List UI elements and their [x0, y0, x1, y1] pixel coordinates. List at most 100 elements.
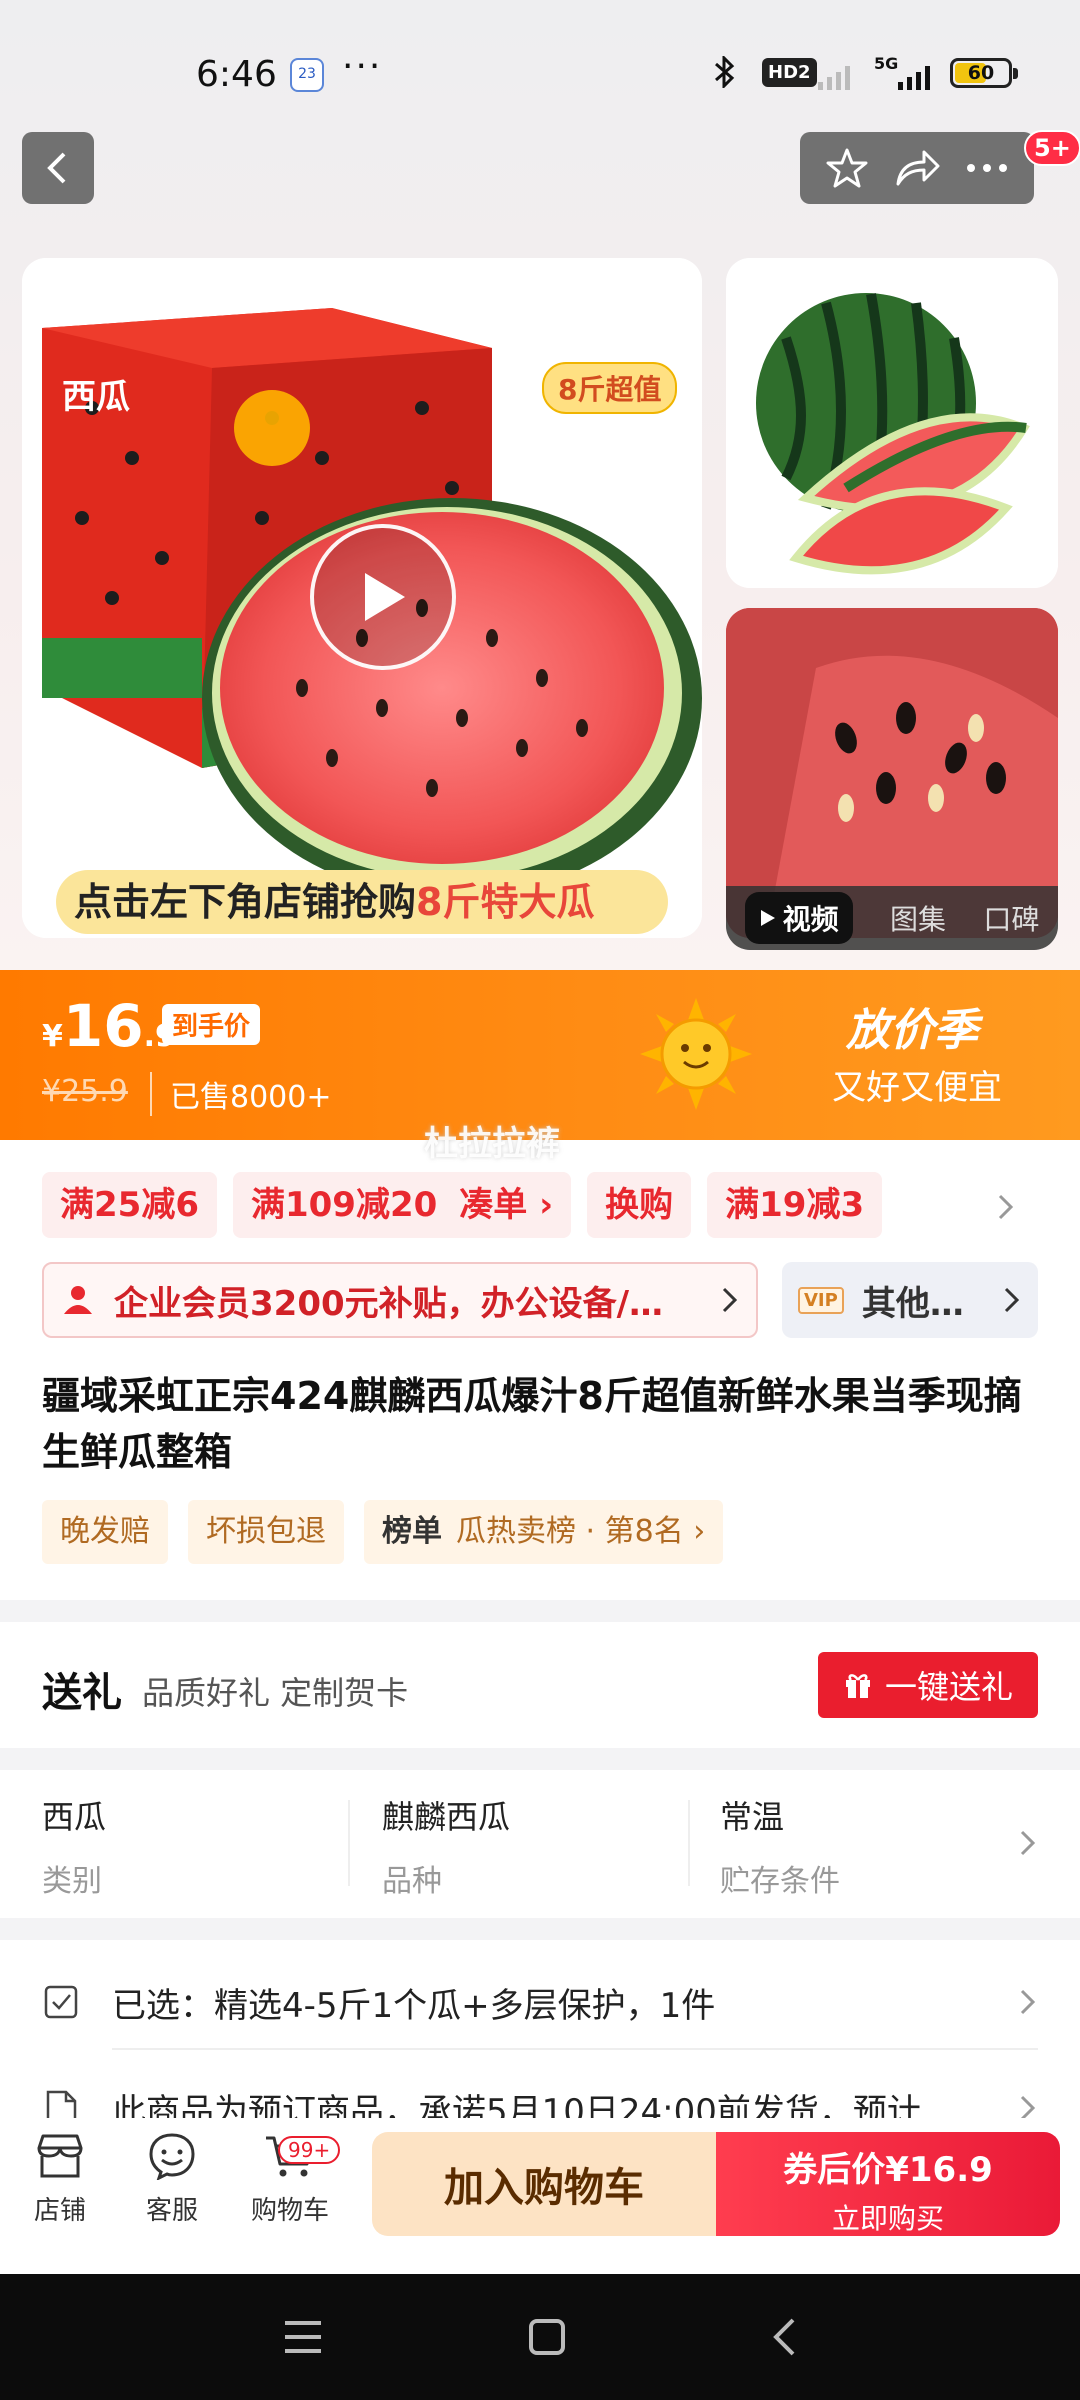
ranking-value: 瓜热卖榜 · 第8名 ›: [456, 1514, 706, 1549]
back-nav-icon[interactable]: [771, 2317, 797, 2357]
attribute-value: 西瓜: [42, 1798, 107, 1836]
message-badge: 5+: [1024, 130, 1080, 166]
customer-service-button[interactable]: 客服: [122, 2132, 222, 2227]
banner-text: 点击左下角店铺抢购: [74, 880, 417, 924]
selected-spec-row[interactable]: 已选：精选4-5斤1个瓜+多层保护，1件: [42, 1956, 1038, 2048]
more-menu-button[interactable]: [959, 140, 1015, 196]
attribute-key: 类别: [42, 1864, 102, 1899]
header-actions: [800, 132, 1034, 204]
other-benefits-label: 其他…: [861, 1283, 964, 1324]
promo-coupon-2-action: 凑单 ›: [459, 1185, 554, 1225]
gift-title: 送礼: [42, 1670, 122, 1716]
gift-subtitle: 品质好礼 定制贺卡: [142, 1674, 409, 1712]
banner-highlight: 8斤特大瓜: [416, 880, 595, 924]
ranking-label: 榜单: [382, 1514, 442, 1549]
promo-coupon-1[interactable]: 满25减6: [42, 1172, 217, 1238]
chevron-right-icon: [1020, 1830, 1036, 1856]
enterprise-member-banner[interactable]: 企业会员3200元补贴，办公设备/…: [42, 1262, 758, 1338]
send-gift-button[interactable]: 一键送礼: [818, 1652, 1038, 1718]
attribute-storage: 常温 贮存条件: [720, 1792, 840, 1900]
campaign-title: 放价季: [846, 1005, 978, 1056]
vip-icon: VIP: [798, 1286, 844, 1314]
other-benefits-button[interactable]: VIP 其他…: [782, 1262, 1038, 1338]
hd-badge: HD2: [762, 58, 817, 87]
divider: [688, 1800, 690, 1886]
member-text: 企业会员3200元补贴，办公设备/…: [114, 1283, 664, 1324]
chevron-right-icon: [1020, 1989, 1036, 2015]
system-navigation-bar: [0, 2274, 1080, 2400]
attribute-value: 常温: [720, 1798, 785, 1836]
watermark-text: 杜拉拉裤: [424, 1124, 560, 1164]
status-time: 6:46: [196, 54, 277, 95]
main-product-image[interactable]: 西瓜 8斤超值 点击左下角店铺抢购8斤特大瓜: [22, 258, 702, 938]
favorite-button[interactable]: [819, 140, 875, 196]
chevron-right-icon: [722, 1287, 738, 1313]
promo-coupon-3[interactable]: 满19减3: [707, 1172, 883, 1238]
play-video-button[interactable]: [310, 524, 456, 670]
campaign-subtitle: 又好又便宜: [832, 1068, 1002, 1108]
cart-count-badge: 99+: [278, 2136, 341, 2164]
gift-section: 送礼 品质好礼 定制贺卡 一键送礼: [0, 1622, 1080, 1748]
tag-late-delivery-compensation[interactable]: 晚发赔: [42, 1500, 168, 1564]
menu-icon[interactable]: [283, 2319, 323, 2355]
image-banner-strip: 点击左下角店铺抢购8斤特大瓜: [56, 870, 668, 934]
buy-now-price: 券后价¥16.9: [783, 2150, 993, 2190]
divider: [112, 2048, 1038, 2050]
promotion-row: 满25减6 满109减20 凑单 › 换购 满19减3: [42, 1172, 883, 1238]
status-bar: 6:46 23 ··· HD2 5G 60: [0, 40, 1080, 110]
back-button[interactable]: [22, 132, 94, 204]
promo-coupon-2-label: 满109减20: [250, 1185, 438, 1225]
price-currency: ¥: [42, 1019, 63, 1054]
tab-reviews[interactable]: 口碑: [983, 898, 1039, 938]
send-gift-label: 一键送礼: [884, 1668, 1013, 1706]
watermelon-thumbnail: [726, 258, 1058, 588]
battery-icon: 60: [950, 58, 1018, 88]
buy-now-button[interactable]: 券后价¥16.9 立即购买: [716, 2132, 1060, 2236]
weight-tag: 8斤超值: [542, 362, 678, 414]
chat-smile-icon: [149, 2133, 195, 2180]
attribute-key: 品种: [382, 1864, 442, 1899]
promo-coupon-2[interactable]: 满109减20 凑单 ›: [232, 1172, 572, 1238]
bluetooth-icon: [714, 54, 736, 96]
sold-count: 已售8000+: [150, 1072, 331, 1116]
calendar-icon: 23: [290, 58, 324, 92]
thumbnail-watermelon-whole[interactable]: [726, 258, 1058, 588]
sun-mascot-icon: [640, 998, 752, 1110]
chevron-right-icon: [1004, 1287, 1020, 1313]
share-icon: [896, 150, 940, 186]
add-to-cart-button[interactable]: 加入购物车: [372, 2132, 716, 2236]
tab-gallery[interactable]: 图集: [890, 898, 946, 938]
shop-button[interactable]: 店铺: [10, 2132, 110, 2227]
play-small-icon: [760, 910, 775, 926]
selected-spec-text: 已选：精选4-5斤1个瓜+多层保护，1件: [112, 1985, 716, 2026]
checklist-icon: [44, 1985, 78, 2019]
tab-video[interactable]: 视频: [744, 892, 853, 944]
selection-section: 已选：精选4-5斤1个瓜+多层保护，1件 此商品为预订商品，承诺5月10日24:…: [0, 1940, 1080, 2130]
more-icon: [967, 164, 1007, 172]
star-icon: [826, 148, 868, 188]
product-attributes[interactable]: 西瓜 类别 麒麟西瓜 品种 常温 贮存条件: [0, 1770, 1080, 1918]
signal-icon-sim2: [818, 62, 850, 90]
price-integer: 16: [62, 992, 144, 1060]
tab-video-label: 视频: [782, 903, 839, 936]
share-button[interactable]: [889, 140, 945, 196]
promo-exchange[interactable]: 换购: [587, 1172, 692, 1238]
tag-damage-refund[interactable]: 坏损包退: [188, 1500, 344, 1564]
customer-service-label: 客服: [145, 2196, 198, 2226]
ranking-tag[interactable]: 榜单 瓜热卖榜 · 第8名 ›: [364, 1500, 724, 1564]
battery-level: 60: [967, 62, 995, 84]
attribute-value: 麒麟西瓜: [382, 1798, 511, 1836]
product-title: 疆域采虹正宗424麒麟西瓜爆汁8斤超值新鲜水果当季现摘生鲜瓜整箱: [42, 1374, 1022, 1474]
home-icon[interactable]: [528, 2318, 566, 2356]
attribute-key: 贮存条件: [720, 1864, 840, 1899]
original-price: ¥25.9: [42, 1074, 128, 1109]
promo-more-chevron-icon[interactable]: [996, 1192, 1016, 1222]
cart-label: 购物车: [250, 2196, 329, 2226]
media-tabs: 视频 图集 口碑: [726, 886, 1058, 950]
attribute-category: 西瓜 类别: [42, 1792, 106, 1900]
attribute-variety: 麒麟西瓜 品种: [382, 1792, 510, 1900]
shop-icon: [37, 2134, 83, 2178]
network-type: 5G: [874, 54, 899, 73]
final-price-tag: 到手价: [162, 1004, 261, 1045]
svg-text:西瓜: 西瓜: [62, 377, 130, 417]
